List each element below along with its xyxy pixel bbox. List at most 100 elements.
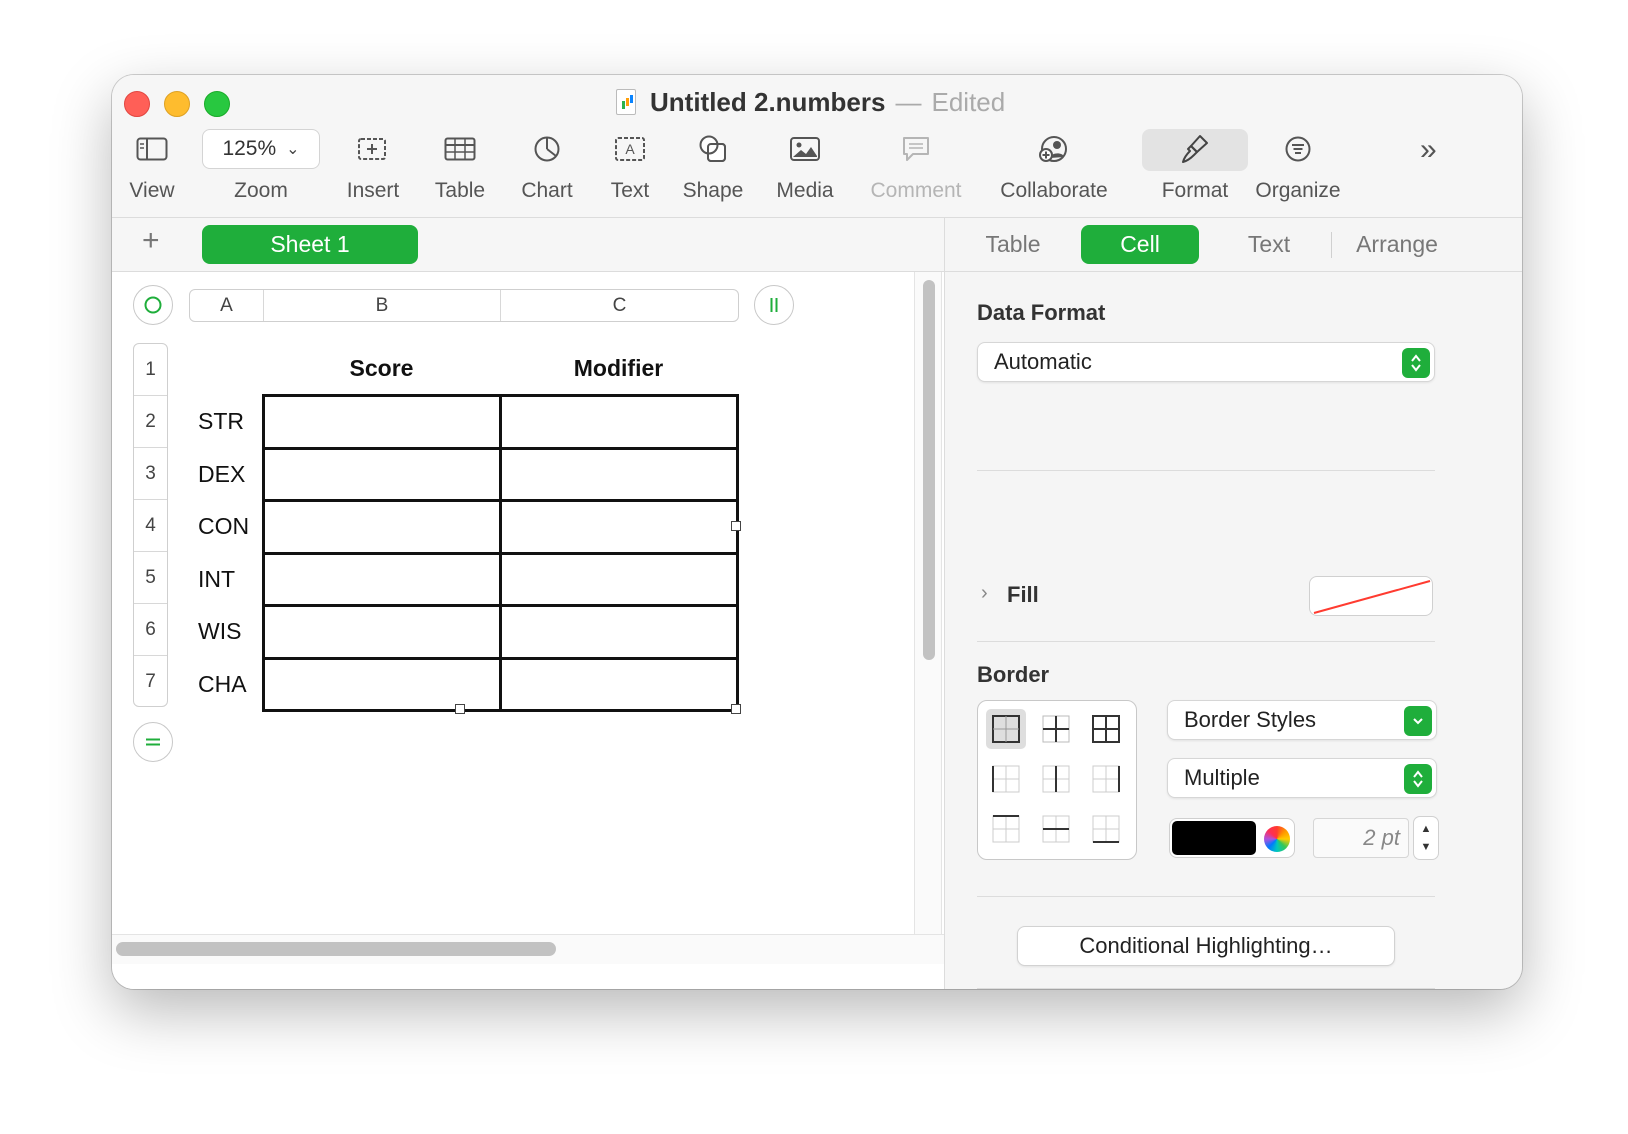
- zoom-window-button[interactable]: [204, 91, 230, 117]
- table-cell[interactable]: [261, 551, 502, 607]
- grid-borders-icon[interactable]: [1086, 709, 1126, 749]
- table-cell[interactable]: STR: [189, 396, 263, 449]
- chart-button[interactable]: Chart: [514, 127, 580, 203]
- zoom-control[interactable]: 125% ⌄ Zoom: [202, 127, 320, 203]
- left-border-icon[interactable]: [986, 759, 1026, 799]
- add-sheet-button[interactable]: +: [142, 224, 160, 258]
- tab-arrange[interactable]: Arrange: [1341, 225, 1453, 264]
- row-header-7[interactable]: 7: [134, 656, 167, 708]
- tab-cell[interactable]: Cell: [1081, 225, 1199, 264]
- vertical-scrollbar[interactable]: [914, 272, 942, 934]
- table-cell[interactable]: CON: [189, 501, 263, 554]
- fill-color-well[interactable]: [1309, 576, 1433, 616]
- color-wheel-icon[interactable]: [1264, 826, 1290, 852]
- tab-text[interactable]: Text: [1217, 225, 1321, 264]
- table-cell[interactable]: [498, 499, 739, 555]
- border-color-swatch[interactable]: [1172, 821, 1256, 855]
- collaborate-button[interactable]: Collaborate: [994, 127, 1114, 203]
- table-cell[interactable]: [261, 446, 502, 502]
- row-header-1[interactable]: 1: [134, 344, 167, 396]
- disclosure-chevron-icon[interactable]: ›: [981, 582, 988, 605]
- toolbar: Untitled 2.numbers — Edited View 125% ⌄ …: [112, 75, 1522, 218]
- row-header-2[interactable]: 2: [134, 396, 167, 448]
- resize-handle-corner[interactable]: [731, 704, 741, 714]
- column-header-b[interactable]: B: [264, 290, 501, 321]
- text-box-icon: A: [602, 127, 658, 171]
- sheet-tab[interactable]: Sheet 1: [202, 225, 418, 264]
- bottom-border-icon[interactable]: [1086, 809, 1126, 849]
- document-title[interactable]: Untitled 2.numbers — Edited: [616, 87, 1005, 117]
- add-column-handle[interactable]: [754, 285, 794, 325]
- title-separator: —: [895, 86, 922, 117]
- border-type-popup[interactable]: Multiple: [1167, 758, 1437, 798]
- resize-handle-bottom[interactable]: [455, 704, 465, 714]
- stepper-down-icon[interactable]: ▼: [1421, 838, 1432, 856]
- conditional-highlighting-button[interactable]: Conditional Highlighting…: [1017, 926, 1395, 966]
- data-format-popup[interactable]: Automatic: [977, 342, 1435, 382]
- vertical-scroll-thumb[interactable]: [923, 280, 935, 660]
- column-header-c[interactable]: C: [501, 290, 738, 321]
- table-cell[interactable]: Modifier: [500, 343, 737, 396]
- table-cell[interactable]: [261, 394, 502, 450]
- stepper-up-icon[interactable]: ▲: [1421, 820, 1432, 838]
- table-cell[interactable]: [261, 604, 502, 660]
- table-cell[interactable]: [261, 656, 502, 712]
- close-window-button[interactable]: [124, 91, 150, 117]
- all-borders-icon[interactable]: [986, 709, 1026, 749]
- comment-button[interactable]: Comment: [866, 127, 966, 203]
- table-cell[interactable]: [498, 656, 739, 712]
- data-format-value: Automatic: [994, 349, 1092, 374]
- table-cell[interactable]: DEX: [189, 448, 263, 501]
- column-header-a[interactable]: A: [190, 290, 264, 321]
- tab-table[interactable]: Table: [965, 225, 1061, 264]
- format-button[interactable]: Format: [1142, 127, 1248, 203]
- text-button[interactable]: A Text: [602, 127, 658, 203]
- view-button[interactable]: View: [122, 127, 182, 203]
- minimize-window-button[interactable]: [164, 91, 190, 117]
- shape-button[interactable]: Shape: [678, 127, 748, 203]
- insert-button[interactable]: Insert: [338, 127, 408, 203]
- border-color-well[interactable]: [1169, 818, 1295, 858]
- divider: [977, 896, 1435, 897]
- row-header-5[interactable]: 5: [134, 552, 167, 604]
- table-button[interactable]: Table: [428, 127, 492, 203]
- horizontal-scroll-thumb[interactable]: [116, 942, 556, 956]
- table-row: CON: [189, 499, 739, 555]
- media-button[interactable]: Media: [772, 127, 838, 203]
- table-cell[interactable]: [498, 604, 739, 660]
- photo-icon: [772, 127, 838, 171]
- row-header-6[interactable]: 6: [134, 604, 167, 656]
- inside-borders-icon[interactable]: [1036, 709, 1076, 749]
- up-down-chevron-icon: [1402, 348, 1430, 378]
- table-cell[interactable]: [498, 394, 739, 450]
- table-cell[interactable]: [498, 551, 739, 607]
- table-cell[interactable]: [189, 343, 263, 396]
- resize-handle-right[interactable]: [731, 521, 741, 531]
- horizontal-center-border-icon[interactable]: [1036, 809, 1076, 849]
- zoom-popup[interactable]: 125% ⌄: [202, 129, 320, 169]
- organize-button[interactable]: Organize: [1252, 127, 1344, 203]
- select-table-button[interactable]: [133, 285, 173, 325]
- table-cell[interactable]: Score: [263, 343, 500, 396]
- add-row-handle[interactable]: [133, 722, 173, 762]
- divider: [977, 641, 1435, 642]
- spreadsheet-table[interactable]: Score Modifier STR DEX CON INT WIS CHA: [189, 343, 739, 712]
- top-border-icon[interactable]: [986, 809, 1026, 849]
- sheet-canvas[interactable]: A B C 1 2 3 4 5 6 7 Score Modifier STR D…: [112, 272, 944, 989]
- border-styles-popup[interactable]: Border Styles: [1167, 700, 1437, 740]
- document-status: Edited: [931, 86, 1006, 117]
- table-cell[interactable]: WIS: [189, 606, 263, 659]
- row-header-3[interactable]: 3: [134, 448, 167, 500]
- table-cell[interactable]: [261, 499, 502, 555]
- table-cell[interactable]: CHA: [189, 658, 263, 711]
- horizontal-scrollbar[interactable]: [112, 934, 944, 964]
- row-header-4[interactable]: 4: [134, 500, 167, 552]
- right-border-icon[interactable]: [1086, 759, 1126, 799]
- border-width-field[interactable]: 2 pt: [1313, 818, 1409, 858]
- text-label: Text: [610, 179, 650, 202]
- toolbar-overflow-button[interactable]: »: [1420, 133, 1437, 167]
- table-cell[interactable]: [498, 446, 739, 502]
- border-width-stepper[interactable]: ▲ ▼: [1413, 816, 1439, 860]
- table-cell[interactable]: INT: [189, 553, 263, 606]
- vertical-center-border-icon[interactable]: [1036, 759, 1076, 799]
